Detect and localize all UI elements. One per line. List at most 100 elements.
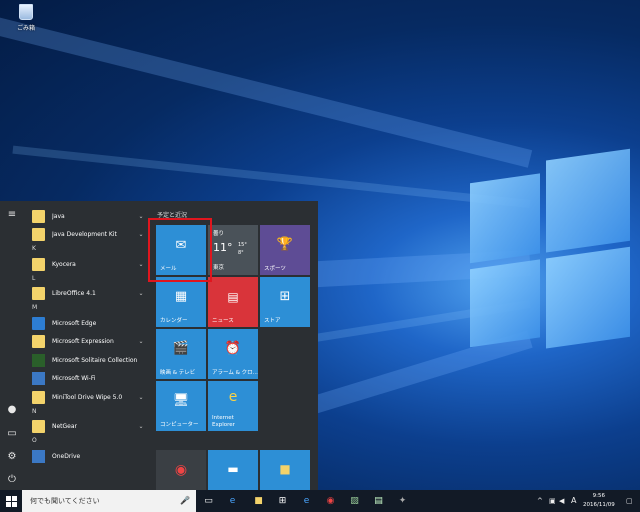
power-icon[interactable]: ⏻ xyxy=(6,474,18,486)
app-name: Microsoft Wi-Fi xyxy=(52,375,96,382)
tile-calendar[interactable]: ▦ カレンダー xyxy=(156,277,206,327)
ime-indicator[interactable]: A xyxy=(571,490,576,512)
app-name: Java Development Kit xyxy=(52,231,117,238)
tile-computer[interactable]: 🖥 コンピューター xyxy=(156,381,206,431)
file-explorer-icon[interactable]: ▭ xyxy=(6,428,18,440)
chrome-icon[interactable]: ◉ xyxy=(324,495,337,507)
edge-icon[interactable]: e xyxy=(226,495,239,507)
cards-icon xyxy=(32,353,45,367)
app-list-item[interactable]: Microsoft Edge xyxy=(24,314,152,332)
weather-temp: 11° xyxy=(213,241,233,254)
app-name: Java xyxy=(52,212,65,220)
clock[interactable]: 9:56 2016/11/09 xyxy=(583,492,615,510)
recycle-bin-label: ごみ箱 xyxy=(16,25,35,32)
weather-condition: 曇り xyxy=(213,231,225,237)
notepad-icon[interactable]: ▤ xyxy=(372,495,385,507)
app-name: Microsoft Edge xyxy=(52,319,97,327)
tile-label: 映画 & テレビ xyxy=(160,370,196,376)
highlight-box xyxy=(148,218,212,282)
tile-weather[interactable]: 曇り 11° 15° 8° 東京 xyxy=(208,225,258,275)
chevron-down-icon[interactable]: ⌄ xyxy=(136,423,146,430)
calendar-icon: ▦ xyxy=(174,289,188,304)
app-list-item[interactable]: OneDrive xyxy=(24,447,152,465)
chevron-down-icon[interactable]: ⌄ xyxy=(136,231,146,238)
app-list-header[interactable]: N xyxy=(32,408,37,415)
app-icon[interactable]: ▨ xyxy=(348,495,361,507)
folder-icon xyxy=(32,420,45,433)
hamburger-icon[interactable]: ≡ xyxy=(6,209,18,221)
terminal-icon: ▬ xyxy=(227,462,239,476)
windows-logo-wallpaper xyxy=(470,139,630,351)
chevron-down-icon[interactable]: ⌄ xyxy=(136,338,146,345)
app-list-item[interactable]: Kyocera ⌄ xyxy=(24,255,152,273)
internet-explorer-icon[interactable]: e xyxy=(300,495,313,507)
app-list-item[interactable]: MiniTool Drive Wipe 5.0 ⌄ xyxy=(24,388,152,406)
start-button[interactable] xyxy=(0,490,22,512)
chevron-down-icon[interactable]: ⌄ xyxy=(136,290,146,297)
chevron-down-icon[interactable]: ⌄ xyxy=(136,261,146,268)
app-name: Microsoft Solitaire Collection xyxy=(52,356,138,364)
notification-icon[interactable]: ▢ xyxy=(626,490,633,512)
tile-news[interactable]: ▤ ニュース xyxy=(208,277,258,327)
light-beam xyxy=(0,14,533,168)
taskbar: 何でも聞いてください 🎤 ▭ e ■ ⊞ e ◉ ▨ ▤ ✦ ^ ▣ ◀ A 9… xyxy=(0,490,640,512)
show-hidden-icons-icon[interactable]: ^ xyxy=(537,490,543,512)
app-list-item[interactable]: LibreOffice 4.1 ⌄ xyxy=(24,285,152,303)
tile-label: スポーツ xyxy=(264,266,286,272)
store-icon[interactable]: ⊞ xyxy=(276,495,289,507)
microphone-icon[interactable]: 🎤 xyxy=(180,490,190,512)
app-list-header[interactable]: O xyxy=(32,437,37,444)
tile-movies-tv[interactable]: 🎬 映画 & テレビ xyxy=(156,329,206,379)
tile-chrome[interactable]: ◉ xyxy=(156,450,206,490)
folder-icon xyxy=(32,287,45,300)
recycle-bin-icon[interactable]: ごみ箱 xyxy=(10,4,42,32)
tile-label-line2: Explorer xyxy=(212,422,235,428)
app-list-item[interactable]: Microsoft Solitaire Collection xyxy=(24,351,152,369)
network-icon[interactable]: ▣ xyxy=(549,490,556,512)
task-view-icon[interactable]: ▭ xyxy=(202,495,215,507)
edge-icon xyxy=(32,316,45,330)
app-name: Microsoft Expression xyxy=(52,338,114,345)
search-placeholder: 何でも聞いてください xyxy=(30,497,100,505)
settings-gear-icon[interactable]: ⚙ xyxy=(6,451,18,463)
chevron-down-icon[interactable]: ⌄ xyxy=(136,213,146,220)
folder-icon xyxy=(32,228,45,241)
weather-low: 8° xyxy=(238,250,244,256)
volume-icon[interactable]: ◀ xyxy=(559,490,564,512)
internet-explorer-icon: e xyxy=(228,389,238,405)
app-name: Kyocera xyxy=(52,260,76,268)
file-explorer-icon[interactable]: ■ xyxy=(252,495,265,507)
app-list-item[interactable]: Microsoft Wi-Fi xyxy=(24,370,152,388)
tile-command-prompt[interactable]: ▬ xyxy=(208,450,258,490)
app-list-header[interactable]: L xyxy=(32,275,35,282)
tile-internet-explorer[interactable]: e Internet Explorer xyxy=(208,381,258,431)
folder-icon: ■ xyxy=(279,462,291,476)
app-name: NetGear xyxy=(52,423,78,430)
tile-file-explorer[interactable]: ■ xyxy=(260,450,310,490)
search-box[interactable]: 何でも聞いてください 🎤 xyxy=(22,490,196,512)
app-list: Java ⌄ Java Development Kit ⌄ K Kyocera ⌄ L Libr… xyxy=(24,201,152,490)
app-list-item[interactable]: Java ⌄ xyxy=(24,207,152,225)
app-list-item[interactable]: NetGear ⌄ xyxy=(24,418,152,436)
app-list-item[interactable]: Java Development Kit ⌄ xyxy=(24,226,152,244)
windows-icon xyxy=(5,495,17,507)
chevron-down-icon[interactable]: ⌄ xyxy=(136,394,146,401)
app-name: LibreOffice 4.1 xyxy=(52,290,96,297)
weather-city: 東京 xyxy=(213,265,225,271)
app-list-item[interactable]: Microsoft Expression ⌄ xyxy=(24,333,152,351)
tool-icon[interactable]: ✦ xyxy=(396,495,409,507)
clock-time: 9:56 xyxy=(592,493,606,499)
app-list-header[interactable]: M xyxy=(32,304,37,311)
app-name: MiniTool Drive Wipe 5.0 xyxy=(52,393,123,401)
blue-icon xyxy=(32,372,45,385)
user-avatar-icon[interactable]: ● xyxy=(6,404,18,416)
chrome-icon: ◉ xyxy=(174,462,188,478)
tile-alarm-clock[interactable]: ⏰ アラーム & クロ... xyxy=(208,329,258,379)
light-beam xyxy=(12,145,531,208)
app-list-header[interactable]: K xyxy=(32,245,36,252)
tile-sports[interactable]: 🏆 スポーツ xyxy=(260,225,310,275)
tile-label: カレンダー xyxy=(160,318,188,324)
trophy-icon: 🏆 xyxy=(276,237,294,252)
tile-store[interactable]: ⊞ ストア xyxy=(260,277,310,327)
folder-icon xyxy=(32,257,45,271)
